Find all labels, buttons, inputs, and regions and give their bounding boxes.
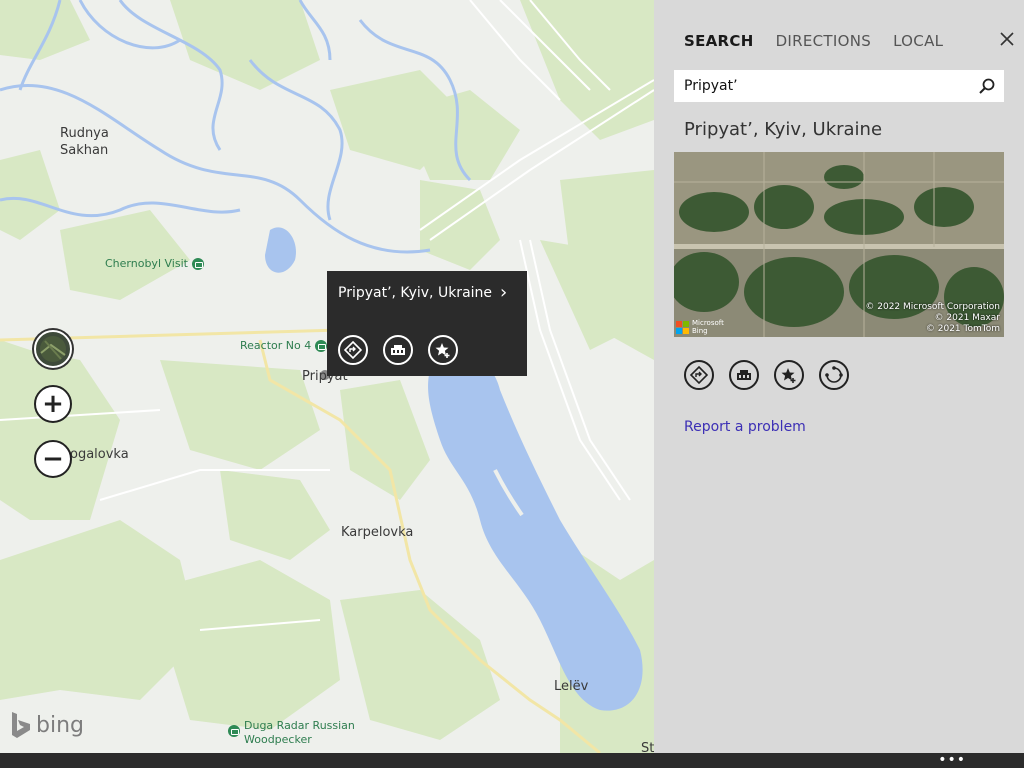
result-title: Pripyat’, Kyiv, Ukraine bbox=[684, 119, 883, 140]
directions-icon bbox=[344, 341, 362, 359]
landmark-icon bbox=[228, 725, 240, 737]
search-panel: SEARCH DIRECTIONS LOCAL Pripyat’, Kyiv, … bbox=[654, 0, 1024, 753]
tab-local[interactable]: LOCAL bbox=[893, 32, 943, 50]
panel-tabs: SEARCH DIRECTIONS LOCAL bbox=[684, 32, 943, 50]
more-options-icon[interactable]: ••• bbox=[938, 753, 966, 767]
aerial-icon bbox=[40, 336, 66, 362]
favorite-icon bbox=[781, 368, 796, 383]
app-bar: ••• bbox=[0, 753, 1024, 768]
nearby-icon bbox=[391, 345, 405, 355]
poi-reactor-label: Reactor No 4 bbox=[240, 339, 312, 352]
tab-search[interactable]: SEARCH bbox=[684, 32, 754, 50]
bing-logo: bing bbox=[10, 711, 84, 739]
microsoft-bing-logo: Microsoft Bing bbox=[676, 319, 724, 335]
popup-title: Pripyat’, Kyiv, Ukraine bbox=[338, 285, 493, 301]
close-icon[interactable] bbox=[998, 30, 1016, 48]
report-problem-link[interactable]: Report a problem bbox=[684, 419, 806, 435]
aerial-view-button[interactable] bbox=[34, 330, 72, 368]
label-karpelovka: Karpelovka bbox=[341, 525, 414, 540]
credit-line: © 2021 Maxar bbox=[934, 313, 1000, 323]
label-lelev: Lelëv bbox=[554, 679, 589, 694]
label-ogalovka: ogalovka bbox=[70, 447, 129, 462]
zoom-out-button[interactable]: − bbox=[34, 440, 72, 478]
poi-duga-radar[interactable]: Duga Radar Russian Woodpecker bbox=[228, 719, 355, 747]
bing-wordmark: bing bbox=[36, 712, 84, 738]
landmark-icon bbox=[191, 258, 204, 270]
label-sakhan: Sakhan bbox=[60, 143, 109, 158]
imagery-credits: © 2022 Microsoft Corporation © 2021 Maxa… bbox=[865, 302, 1000, 335]
directions-icon bbox=[690, 366, 708, 384]
search-input[interactable] bbox=[684, 78, 964, 94]
search-box bbox=[674, 70, 1004, 102]
popup-title-link[interactable]: Pripyat’, Kyiv, Ukraine › bbox=[338, 282, 508, 303]
popup-favorite-button[interactable] bbox=[428, 335, 458, 365]
location-popup: Pripyat’, Kyiv, Ukraine › bbox=[327, 271, 527, 376]
logo-text-microsoft: Microsoft bbox=[692, 319, 724, 327]
tab-directions[interactable]: DIRECTIONS bbox=[776, 32, 871, 50]
popup-directions-button[interactable] bbox=[338, 335, 368, 365]
logo-text-bing: Bing bbox=[692, 327, 708, 335]
nearby-button[interactable] bbox=[729, 360, 759, 390]
share-button[interactable] bbox=[819, 360, 849, 390]
credit-line: © 2022 Microsoft Corporation bbox=[865, 302, 1000, 312]
poi-duga-label-2: Woodpecker bbox=[244, 733, 312, 746]
nearby-icon bbox=[737, 370, 751, 380]
popup-nearby-button[interactable] bbox=[383, 335, 413, 365]
directions-button[interactable] bbox=[684, 360, 714, 390]
label-rudnya: Rudnya bbox=[60, 126, 109, 141]
map-view[interactable]: Rudnya Sakhan Pripyat ogalovka Karpelovk… bbox=[0, 0, 654, 753]
search-icon[interactable] bbox=[978, 77, 996, 95]
favorite-button[interactable] bbox=[774, 360, 804, 390]
credit-line: © 2021 TomTom bbox=[925, 324, 1000, 334]
label-st: St bbox=[641, 741, 654, 753]
share-icon bbox=[825, 366, 843, 383]
poi-duga-label-1: Duga Radar Russian bbox=[244, 719, 355, 732]
poi-chernobyl-label: Chernobyl Visit bbox=[105, 257, 188, 270]
chevron-right-icon: › bbox=[500, 282, 508, 303]
zoom-in-button[interactable]: + bbox=[34, 385, 72, 423]
panel-actions bbox=[684, 360, 849, 390]
favorite-icon bbox=[435, 343, 450, 358]
landmark-icon bbox=[315, 340, 328, 352]
bing-b-icon bbox=[12, 712, 30, 738]
poi-reactor-no-4[interactable]: Reactor No 4 bbox=[240, 339, 328, 353]
aerial-thumbnail[interactable]: Microsoft Bing © 2022 Microsoft Corporat… bbox=[674, 152, 1004, 337]
microsoft-logo-icon bbox=[676, 320, 689, 334]
poi-chernobyl-visit[interactable]: Chernobyl Visit bbox=[105, 257, 204, 271]
